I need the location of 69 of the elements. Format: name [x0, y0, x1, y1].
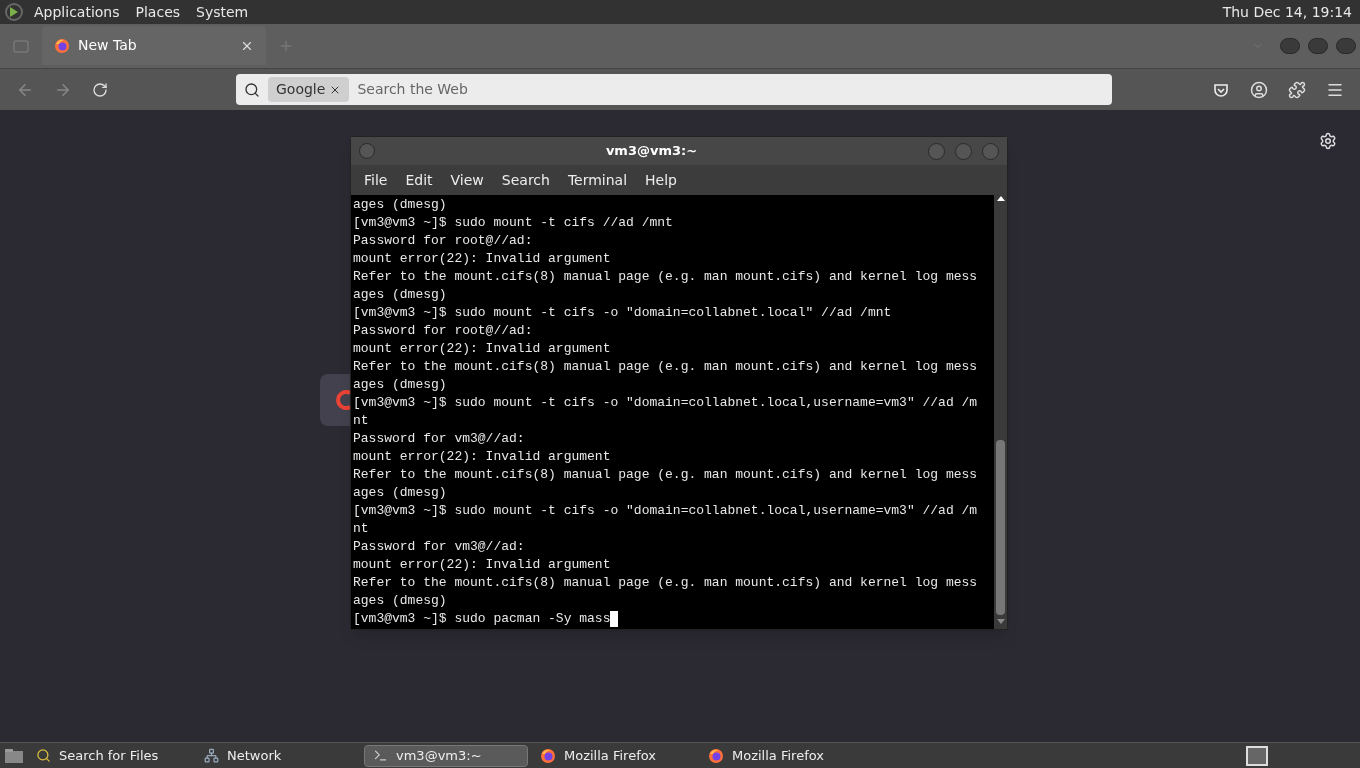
terminal-line: ages (dmesg) [353, 286, 448, 304]
firefox-icon [708, 747, 724, 764]
panel-menu[interactable]: System [188, 1, 257, 23]
terminal-line: mount error(22): Invalid argument [353, 448, 612, 466]
menu-item[interactable]: Terminal [558, 169, 637, 191]
firefox-icon [540, 747, 556, 764]
terminal-line: Refer to the mount.cifs(8) manual page (e.g. man mount.cifs) and kernel log mess [353, 466, 979, 484]
terminal-line: Password for root@//ad: [353, 232, 534, 250]
terminal-line: nt [353, 520, 370, 538]
address-field[interactable]: Google Search the Web [236, 74, 1112, 105]
terminal-line: ages (dmesg) [353, 484, 448, 502]
terminal-line: [vm3@vm3 ~]$ sudo mount -t cifs //ad /mnt [353, 214, 674, 232]
panel-menu[interactable]: Applications [26, 1, 128, 23]
scroll-down-icon[interactable] [996, 619, 1005, 625]
terminal-line: [vm3@vm3 ~]$ sudo pacman -Sy mass [353, 610, 994, 628]
menu-item[interactable]: File [355, 169, 397, 191]
extensions-icon[interactable] [1288, 80, 1306, 99]
search-icon [36, 748, 51, 763]
close-button[interactable] [1336, 38, 1356, 54]
firefox-icon [54, 37, 70, 54]
terminal-line: mount error(22): Invalid argument [353, 556, 612, 574]
panel-menu[interactable]: Places [127, 1, 189, 23]
google-icon [334, 390, 350, 410]
menu-item[interactable]: View [441, 169, 493, 191]
maximize-button[interactable] [955, 142, 972, 160]
taskbar-item[interactable]: Search for Files [28, 744, 192, 767]
taskbar-item[interactable]: Network [196, 744, 360, 767]
terminal-line: ages (dmesg) [353, 196, 448, 214]
window-menu-button[interactable] [359, 143, 375, 159]
search-input[interactable]: Search the Web [357, 79, 1104, 100]
terminal-line: [vm3@vm3 ~]$ sudo mount -t cifs -o "domain=collabnet.local,username=vm3" //ad /m [353, 394, 979, 412]
settings-icon[interactable] [1319, 132, 1337, 150]
terminal-line: ages (dmesg) [353, 376, 448, 394]
terminal-icon [373, 748, 388, 763]
terminal-line: Refer to the mount.cifs(8) manual page (e.g. man mount.cifs) and kernel log mess [353, 574, 979, 592]
minimize-button[interactable] [1280, 38, 1300, 54]
taskbar-item[interactable]: Mozilla Firefox [532, 744, 696, 767]
terminal-line: mount error(22): Invalid argument [353, 250, 612, 268]
terminal-line: mount error(22): Invalid argument [353, 340, 612, 358]
logo-icon[interactable] [4, 2, 26, 22]
clock: Thu Dec 14, 19:14 [1222, 2, 1353, 22]
taskbar-item[interactable]: vm3@vm3:~ [364, 744, 528, 767]
network-icon [204, 748, 219, 763]
maximize-button[interactable] [1308, 38, 1328, 54]
scrollbar[interactable] [994, 195, 1007, 629]
taskbar-item[interactable]: Mozilla Firefox [700, 744, 864, 767]
reload-icon[interactable] [92, 81, 108, 98]
terminal-line: Refer to the mount.cifs(8) manual page (e.g. man mount.cifs) and kernel log mess [353, 358, 979, 376]
browser-tab[interactable]: New Tab [42, 26, 266, 65]
close-button[interactable] [982, 142, 999, 160]
terminal-line: [vm3@vm3 ~]$ sudo mount -t cifs -o "domain=collabnet.local" //ad /mnt [353, 304, 893, 322]
desktop-icon[interactable] [4, 747, 24, 764]
minimize-button[interactable] [928, 142, 945, 160]
menu-item[interactable]: Help [636, 169, 686, 191]
terminal-line: Password for vm3@//ad: [353, 430, 526, 448]
terminal-line: Password for root@//ad: [353, 322, 534, 340]
workspace-switcher[interactable] [1246, 745, 1268, 766]
scrollbar-thumb[interactable] [996, 440, 1005, 615]
terminal-line: Password for vm3@//ad: [353, 538, 526, 556]
menu-item[interactable]: Search [492, 169, 559, 191]
search-engine-chip[interactable]: Google [268, 77, 350, 102]
terminal-line: ages (dmesg) [353, 592, 448, 610]
menu-item[interactable]: Edit [396, 169, 442, 191]
search-icon [244, 81, 260, 98]
account-icon[interactable] [1250, 80, 1268, 99]
terminal-line: Refer to the mount.cifs(8) manual page (e.g. man mount.cifs) and kernel log mess [353, 268, 979, 286]
terminal-line: [vm3@vm3 ~]$ sudo mount -t cifs -o "domain=collabnet.local,username=vm3" //ad /m [353, 502, 979, 520]
terminal-line: nt [353, 412, 370, 430]
window-title: vm3@vm3:~ [604, 142, 699, 161]
